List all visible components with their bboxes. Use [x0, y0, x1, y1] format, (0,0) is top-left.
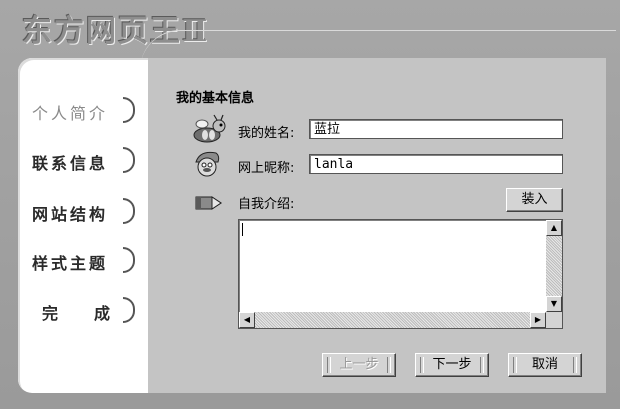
prev-button[interactable]: 上一步 [322, 353, 396, 377]
sidebar-item-contact[interactable]: 联系信息 [20, 147, 135, 174]
horizontal-scrollbar-track[interactable] [255, 312, 546, 328]
scroll-left-icon[interactable]: ◀ [239, 312, 255, 328]
pencil-icon [195, 196, 222, 210]
sidebar-item-label: 个人简介 [32, 104, 109, 123]
prev-button-label: 上一步 [339, 357, 379, 372]
bee-mascot-icon [193, 114, 226, 143]
next-button[interactable]: 下一步 [415, 353, 489, 377]
button-grip-right [387, 357, 391, 373]
sidebar-item-label: 联系信息 [32, 154, 109, 173]
cancel-button-label: 取消 [531, 357, 558, 372]
cancel-button[interactable]: 取消 [508, 353, 582, 377]
section-title: 我的基本信息 [176, 91, 255, 106]
scroll-up-icon[interactable]: ▲ [546, 220, 562, 236]
nickname-field[interactable]: lanla [309, 154, 563, 174]
sidebar-item-label: 完 成 [42, 304, 121, 323]
name-label: 我的姓名: [238, 126, 295, 141]
button-grip-left [327, 357, 331, 373]
button-grip-right [573, 357, 577, 373]
text-caret [242, 223, 243, 236]
chevron-right-icon [123, 297, 135, 323]
intro-textarea[interactable]: ▲ ▼ ◀ ▶ [238, 219, 563, 329]
intro-label: 自我介绍: [238, 197, 295, 212]
button-grip-right [480, 357, 484, 373]
name-field[interactable]: 蓝拉 [309, 119, 563, 139]
chevron-right-icon [123, 247, 135, 273]
wizard-window: 东方网页王Ⅱ 个人简介 联系信息 网站结构 样式主题 完 成 我的基本信息 我的… [0, 0, 620, 409]
smurf-mascot-icon [195, 151, 220, 177]
sidebar-item-finish[interactable]: 完 成 [20, 297, 135, 324]
sidebar-item-profile[interactable]: 个人简介 [20, 97, 135, 124]
chevron-right-icon [123, 147, 135, 173]
sidebar-item-structure[interactable]: 网站结构 [20, 198, 135, 225]
next-button-label: 下一步 [432, 357, 472, 372]
sidebar-item-theme[interactable]: 样式主题 [20, 247, 135, 274]
nickname-label: 网上昵称: [238, 161, 295, 176]
chevron-right-icon [123, 97, 135, 123]
button-grip-left [513, 357, 517, 373]
chevron-right-icon [123, 198, 135, 224]
scrollbar-corner [546, 312, 562, 328]
sidebar-item-label: 网站结构 [32, 205, 109, 224]
load-button[interactable]: 装入 [506, 188, 563, 212]
scroll-down-icon[interactable]: ▼ [546, 296, 562, 312]
sidebar-item-label: 样式主题 [32, 254, 109, 273]
scroll-right-icon[interactable]: ▶ [530, 312, 546, 328]
button-grip-left [420, 357, 424, 373]
